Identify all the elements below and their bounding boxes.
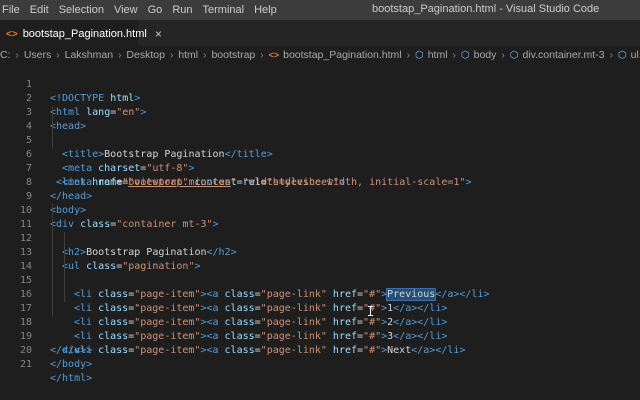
breadcrumb-item[interactable]: bootstrap: [211, 49, 255, 61]
menu-run[interactable]: Run: [167, 4, 197, 16]
chevron-right-icon: ›: [169, 49, 174, 61]
indent-guide: [64, 274, 65, 288]
indent-guide: [52, 134, 53, 148]
breadcrumb-symbol-label: html: [427, 49, 448, 61]
code-line: 4 <title>Bootstrap Pagination</title>: [0, 106, 640, 160]
code-line: 5 <meta charset="utf-8">: [0, 120, 640, 174]
indent-guide: [52, 204, 53, 218]
code-line: 18 </ul>: [0, 302, 640, 356]
title-bar: File Edit Selection View Go Run Terminal…: [0, 0, 640, 20]
code-line: 21 </html>: [0, 344, 640, 384]
code-text: </body>: [50, 359, 93, 370]
tab-bar: <> bootstap_Pagination.html ×: [0, 20, 640, 47]
code-line: 10 <div class="container mt-3">: [0, 190, 640, 230]
chevron-right-icon: ›: [15, 49, 19, 61]
chevron-right-icon: ›: [118, 49, 122, 61]
code-line: 15 <li class="page-item"><a class="page-…: [0, 260, 640, 328]
indent-guide: [64, 232, 65, 246]
element-cube-icon: ⬡: [617, 49, 627, 61]
menu-file[interactable]: File: [0, 4, 25, 16]
code-line: 19 </div>: [0, 316, 640, 356]
code-line: 12 <ul class="pagination">: [0, 218, 640, 272]
code-line: 20 </body>: [0, 330, 640, 370]
chevron-right-icon: ›: [501, 49, 505, 61]
indent-guide: [52, 260, 53, 274]
breadcrumb-symbol-label: ul.paginat: [630, 49, 640, 61]
breadcrumb-symbol[interactable]: ⬡ div.container.mt-3: [510, 49, 605, 61]
element-cube-icon: ⬡: [460, 49, 470, 61]
text-cursor-icon: [368, 306, 373, 316]
indent-guide: [64, 246, 65, 260]
code-line: 13 <li class="page-item"><a class="page-…: [0, 232, 640, 301]
close-icon[interactable]: ×: [155, 27, 162, 41]
code-line: 7 <link href="bootstrap.min.css" rel="st…: [0, 148, 640, 188]
code-line: 16 <li class="page-item"><a class="page-…: [0, 274, 640, 342]
menu-view[interactable]: View: [109, 4, 143, 16]
code-line: 6 <meta name="viewport" content="width=d…: [0, 134, 640, 188]
indent-guide: [52, 274, 53, 288]
element-cube-icon: ⬡: [414, 49, 424, 61]
breadcrumb-item[interactable]: Users: [24, 49, 51, 61]
breadcrumb-symbol[interactable]: ⬡ html: [415, 49, 448, 61]
indent-guide: [52, 246, 53, 260]
indent-guide: [64, 288, 65, 302]
breadcrumb-symbol[interactable]: ⬡ body: [461, 49, 497, 61]
line-number: 21: [19, 359, 32, 370]
html-file-icon: <>: [268, 50, 280, 60]
window-title: bootstap_Pagination.html - Visual Studio…: [372, 3, 600, 15]
breadcrumb-symbol-label: body: [473, 49, 497, 61]
code-text: </html>: [50, 373, 93, 384]
breadcrumb-file[interactable]: <> bootstap_Pagination.html: [269, 49, 402, 61]
code-line: 3 <head>: [0, 92, 640, 132]
menu-selection[interactable]: Selection: [54, 4, 109, 16]
chevron-right-icon: ›: [609, 49, 613, 61]
breadcrumb-item[interactable]: Lakshman: [65, 49, 113, 61]
code-line: 11 <h2>Bootstrap Pagination</h2>: [0, 204, 640, 258]
code-line: 9 <body>: [0, 176, 640, 216]
breadcrumb: C: › Users › Lakshman › Desktop › html ›…: [0, 46, 640, 64]
html-file-icon: <>: [6, 28, 18, 40]
indent-guide: [52, 288, 53, 302]
indent-guide: [52, 106, 53, 120]
chevron-right-icon: ›: [452, 49, 456, 61]
chevron-right-icon: ›: [203, 49, 207, 61]
tab-bootstap-pagination[interactable]: <> bootstap_Pagination.html ×: [0, 20, 162, 47]
chevron-right-icon: ›: [56, 49, 60, 61]
indent-guide: [52, 302, 53, 316]
indent-guide: [52, 120, 53, 134]
code-line: 2 <html lang="en">: [0, 78, 640, 118]
indent-guide: [64, 260, 65, 274]
code-editor[interactable]: 1 <!DOCTYPE html> 2 <html lang="en"> 3 <…: [0, 64, 640, 384]
breadcrumb-file-label: bootstap_Pagination.html: [283, 49, 402, 61]
breadcrumb-symbol-label: div.container.mt-3: [522, 49, 605, 61]
breadcrumb-item[interactable]: html: [178, 49, 198, 61]
tab-label: bootstap_Pagination.html: [22, 28, 147, 40]
indent-guide: [52, 232, 53, 246]
menu-help[interactable]: Help: [249, 4, 282, 16]
indent-guide: [52, 218, 53, 232]
code-line: 14 <li class="page-item"><a class="page-…: [0, 246, 640, 314]
code-line: 8 </head>: [0, 162, 640, 202]
breadcrumb-symbol[interactable]: ⬡ul.paginat: [618, 49, 640, 61]
breadcrumb-item[interactable]: Desktop: [126, 49, 165, 61]
chevron-right-icon: ›: [406, 49, 410, 61]
breadcrumb-item[interactable]: C:: [0, 49, 11, 61]
element-cube-icon: ⬡: [509, 49, 519, 61]
chevron-right-icon: ›: [260, 49, 264, 61]
menu-edit[interactable]: Edit: [25, 4, 54, 16]
code-line: 1 <!DOCTYPE html>: [0, 64, 640, 104]
menu-terminal[interactable]: Terminal: [198, 4, 250, 16]
menu-bar: File Edit Selection View Go Run Terminal…: [0, 4, 282, 16]
menu-go[interactable]: Go: [143, 4, 168, 16]
code-line: 17 <li class="page-item"><a class="page-…: [0, 288, 640, 356]
